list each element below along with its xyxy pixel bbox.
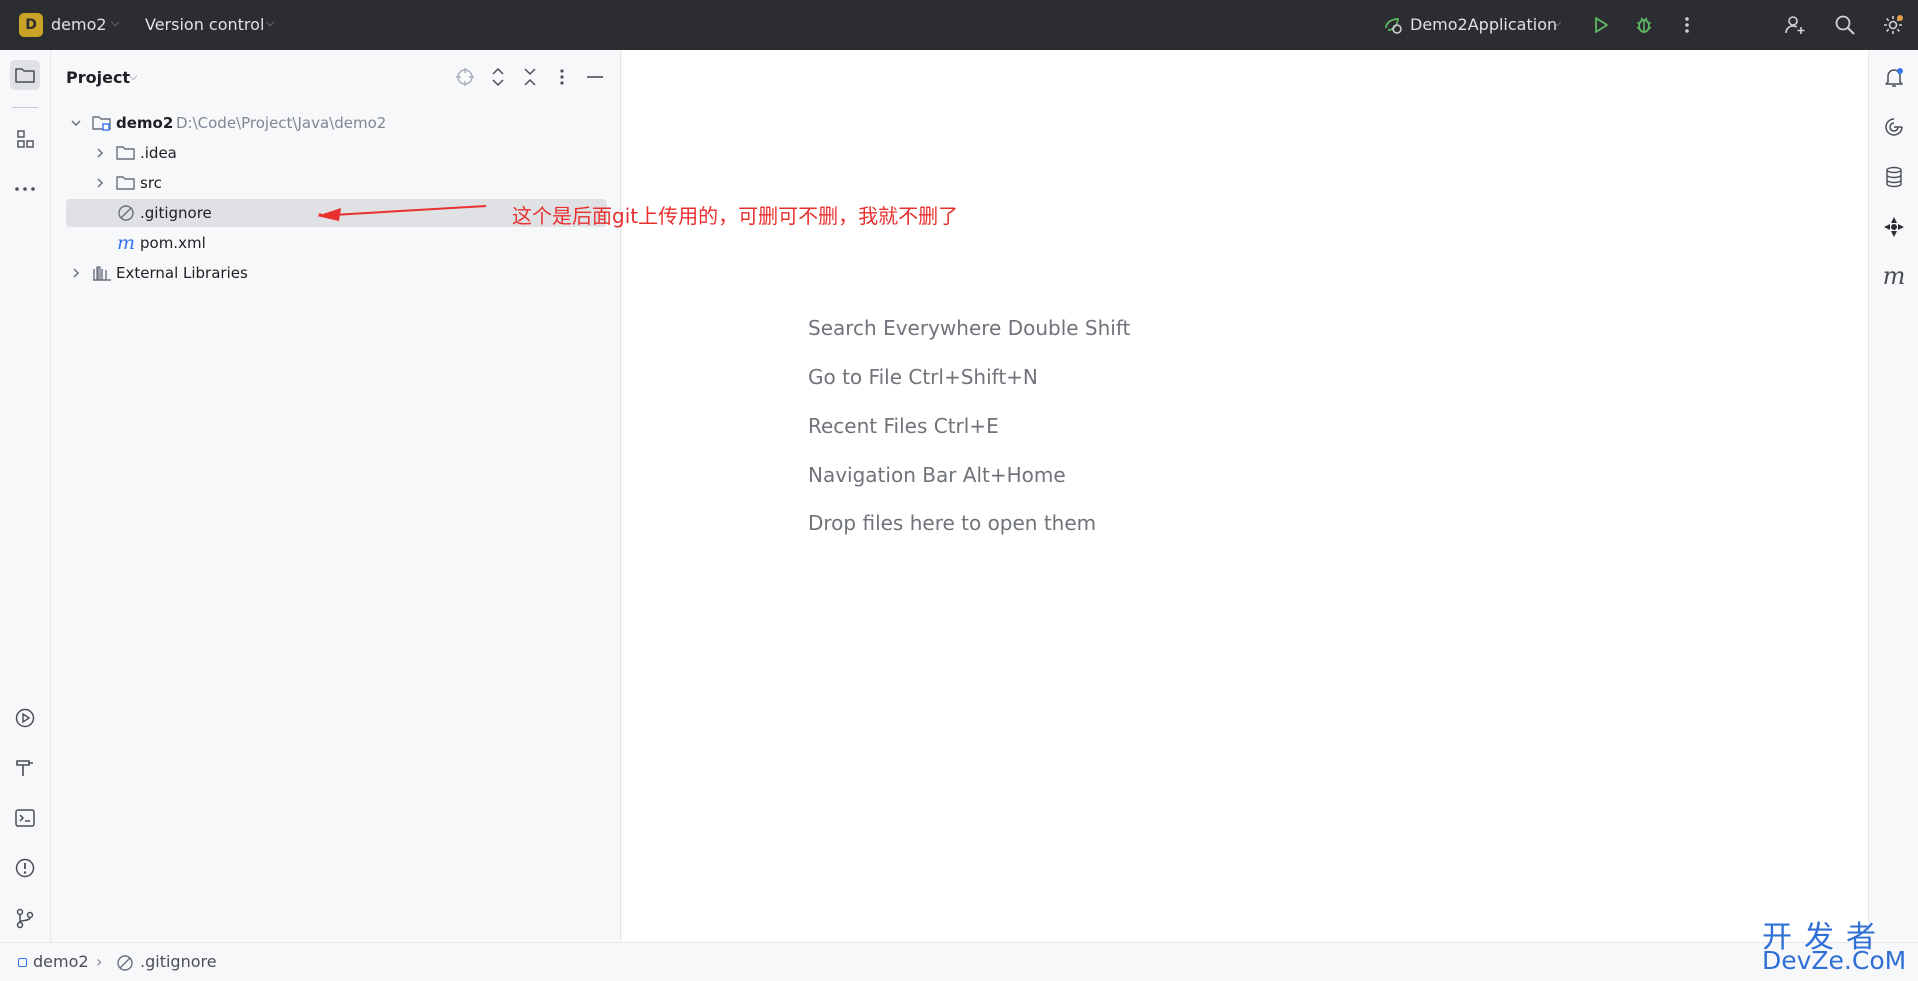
chevron-right-icon: › <box>96 952 103 971</box>
breadcrumb-project[interactable]: demo2 <box>33 952 89 971</box>
chevron-down-icon: ⌵ <box>266 16 275 29</box>
database-icon[interactable] <box>1879 162 1909 192</box>
more-icon[interactable] <box>1674 12 1700 38</box>
debug-icon[interactable] <box>1631 12 1657 38</box>
build-icon[interactable] <box>10 753 40 783</box>
chevron-down-icon: ⌵ <box>1553 16 1562 29</box>
services-icon[interactable] <box>10 703 40 733</box>
ignored-file-icon <box>116 954 134 976</box>
run-icon[interactable] <box>1588 12 1614 38</box>
chevron-down-icon: ⌵ <box>111 16 120 29</box>
module-icon <box>18 958 27 967</box>
annotation-arrow <box>317 205 487 221</box>
project-panel: Project ⌵ demo2 D:\Code\Project\Java\dem… <box>51 50 621 942</box>
project-name-menu[interactable]: demo2 <box>51 15 107 34</box>
git-icon[interactable] <box>10 903 40 933</box>
breadcrumb-file[interactable]: .gitignore <box>140 952 217 971</box>
project-badge[interactable]: D <box>19 13 43 37</box>
status-bar: demo2 › .gitignore <box>0 942 1918 981</box>
annotation-text-overlay: 这个是后面git上传用的，可删可不删，我就不删了 <box>512 204 959 228</box>
terminal-icon[interactable] <box>10 803 40 833</box>
hint-search-everywhere: Search Everywhere Double Shift <box>808 316 1131 340</box>
more-tools-icon[interactable] <box>10 174 40 204</box>
right-tool-strip: m <box>1868 50 1918 942</box>
run-config-selector[interactable]: Demo2Application <box>1410 15 1557 34</box>
maven-icon[interactable]: m <box>1879 261 1909 291</box>
ai-assistant-icon[interactable] <box>1879 112 1909 142</box>
editor-empty-state: Search Everywhere Double Shift Go to Fil… <box>622 50 1868 942</box>
hint-go-to-file: Go to File Ctrl+Shift+N <box>808 365 1038 389</box>
notifications-icon[interactable] <box>1879 62 1909 92</box>
run-config-icon <box>1380 12 1406 38</box>
project-folder-icon[interactable] <box>10 60 40 90</box>
version-control-menu[interactable]: Version control <box>145 15 264 34</box>
title-bar: D demo2 ⌵ Version control ⌵ Demo2Applica… <box>0 0 1918 50</box>
watermark-bottom: DevZe.CoM <box>1762 946 1907 975</box>
watermark: 开发者 DevZe.CoM <box>1762 912 1912 978</box>
problems-icon[interactable] <box>10 853 40 883</box>
plugin-icon[interactable] <box>1879 212 1909 242</box>
add-user-icon[interactable] <box>1782 12 1808 38</box>
hint-drop-files: Drop files here to open them <box>808 511 1097 535</box>
search-icon[interactable] <box>1832 12 1858 38</box>
hint-navigation-bar: Navigation Bar Alt+Home <box>808 463 1066 487</box>
hint-recent-files: Recent Files Ctrl+E <box>808 414 999 438</box>
structure-icon[interactable] <box>10 124 40 154</box>
settings-icon[interactable] <box>1880 12 1906 38</box>
left-tool-strip <box>0 50 51 942</box>
